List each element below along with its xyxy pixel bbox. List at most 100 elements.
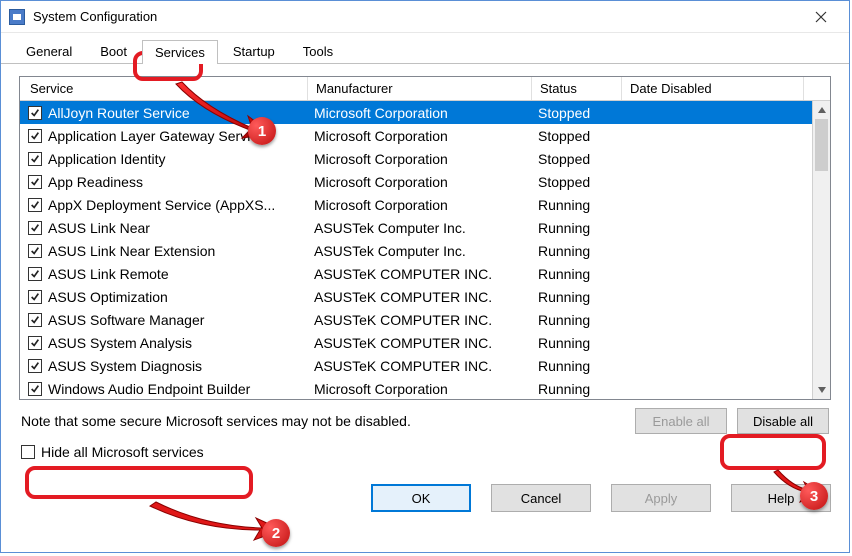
manufacturer-cell: ASUSTeK COMPUTER INC. (308, 358, 532, 374)
window-title: System Configuration (33, 9, 801, 24)
row-checkbox[interactable] (28, 382, 42, 396)
hide-ms-services-label[interactable]: Hide all Microsoft services (41, 444, 204, 460)
manufacturer-cell: ASUSTek Computer Inc. (308, 220, 532, 236)
status-cell: Running (532, 312, 622, 328)
table-row[interactable]: ASUS Optimization ASUSTeK COMPUTER INC.Ru… (20, 285, 830, 308)
col-status[interactable]: Status (532, 77, 622, 100)
manufacturer-cell: Microsoft Corporation (308, 151, 532, 167)
service-name: Windows Audio Endpoint Builder (48, 381, 250, 397)
service-name: ASUS Link Near (48, 220, 150, 236)
row-checkbox[interactable] (28, 313, 42, 327)
row-checkbox[interactable] (28, 198, 42, 212)
table-row[interactable]: AppX Deployment Service (AppXS... Microso… (20, 193, 830, 216)
cancel-button[interactable]: Cancel (491, 484, 591, 512)
scroll-up-icon[interactable] (813, 101, 830, 119)
help-button[interactable]: Help (731, 484, 831, 512)
table-row[interactable]: ASUS System Diagnosis ASUSTeK COMPUTER IN… (20, 354, 830, 377)
table-row[interactable]: ASUS Link Near Extension ASUSTek Computer… (20, 239, 830, 262)
close-button[interactable] (801, 3, 841, 31)
row-checkbox[interactable] (28, 152, 42, 166)
row-checkbox[interactable] (28, 267, 42, 281)
scroll-down-icon[interactable] (813, 381, 830, 399)
table-row[interactable]: ASUS Link Remote ASUSTeK COMPUTER INC.Run… (20, 262, 830, 285)
close-icon (815, 11, 827, 23)
status-cell: Stopped (532, 105, 622, 121)
table-row[interactable]: Application Layer Gateway Service Microso… (20, 124, 830, 147)
ok-button[interactable]: OK (371, 484, 471, 512)
table-row[interactable]: App Readiness Microsoft CorporationStoppe… (20, 170, 830, 193)
note-text: Note that some secure Microsoft services… (21, 413, 625, 429)
manufacturer-cell: Microsoft Corporation (308, 197, 532, 213)
status-cell: Stopped (532, 151, 622, 167)
manufacturer-cell: Microsoft Corporation (308, 105, 532, 121)
service-name: ASUS System Analysis (48, 335, 192, 351)
status-cell: Running (532, 266, 622, 282)
system-configuration-window: System Configuration General Boot Servic… (0, 0, 850, 553)
status-cell: Stopped (532, 128, 622, 144)
service-name: AppX Deployment Service (AppXS... (48, 197, 275, 213)
hide-ms-services-checkbox[interactable] (21, 445, 35, 459)
table-header: Service Manufacturer Status Date Disable… (20, 77, 830, 101)
status-cell: Running (532, 289, 622, 305)
row-checkbox[interactable] (28, 175, 42, 189)
scrollbar-thumb[interactable] (815, 119, 828, 171)
table-row[interactable]: Windows Audio Endpoint Builder Microsoft … (20, 377, 830, 400)
table-row[interactable]: ASUS System Analysis ASUSTeK COMPUTER INC… (20, 331, 830, 354)
manufacturer-cell: Microsoft Corporation (308, 128, 532, 144)
status-cell: Running (532, 381, 622, 397)
app-icon (9, 9, 25, 25)
service-name: ASUS System Diagnosis (48, 358, 202, 374)
content-area: Service Manufacturer Status Date Disable… (1, 64, 849, 474)
col-service[interactable]: Service (20, 77, 308, 100)
row-checkbox[interactable] (28, 336, 42, 350)
tab-services[interactable]: Services (142, 40, 218, 64)
status-cell: Running (532, 335, 622, 351)
service-name: ASUS Link Remote (48, 266, 169, 282)
note-row: Note that some secure Microsoft services… (19, 400, 831, 438)
tab-strip: General Boot Services Startup Tools (1, 33, 849, 64)
row-checkbox[interactable] (28, 106, 42, 120)
table-row[interactable]: AllJoyn Router Service Microsoft Corporat… (20, 101, 830, 124)
manufacturer-cell: Microsoft Corporation (308, 174, 532, 190)
enable-all-button[interactable]: Enable all (635, 408, 727, 434)
tab-startup[interactable]: Startup (220, 39, 288, 63)
manufacturer-cell: ASUSTeK COMPUTER INC. (308, 289, 532, 305)
status-cell: Running (532, 197, 622, 213)
disable-all-button[interactable]: Disable all (737, 408, 829, 434)
vertical-scrollbar[interactable] (812, 101, 830, 399)
tab-boot[interactable]: Boot (87, 39, 140, 63)
titlebar: System Configuration (1, 1, 849, 33)
row-checkbox[interactable] (28, 221, 42, 235)
tab-tools[interactable]: Tools (290, 39, 346, 63)
row-checkbox[interactable] (28, 129, 42, 143)
table-row[interactable]: ASUS Software Manager ASUSTeK COMPUTER IN… (20, 308, 830, 331)
manufacturer-cell: ASUSTeK COMPUTER INC. (308, 312, 532, 328)
row-checkbox[interactable] (28, 359, 42, 373)
service-name: Application Identity (48, 151, 166, 167)
service-name: ASUS Link Near Extension (48, 243, 215, 259)
services-table: Service Manufacturer Status Date Disable… (19, 76, 831, 400)
manufacturer-cell: ASUSTeK COMPUTER INC. (308, 335, 532, 351)
table-row[interactable]: ASUS Link Near ASUSTek Computer Inc.Runni… (20, 216, 830, 239)
hide-ms-services-row: Hide all Microsoft services (19, 438, 831, 466)
dialog-button-row: OK Cancel Apply Help (1, 474, 849, 526)
status-cell: Running (532, 220, 622, 236)
table-row[interactable]: Application Identity Microsoft Corporatio… (20, 147, 830, 170)
service-name: AllJoyn Router Service (48, 105, 190, 121)
row-checkbox[interactable] (28, 290, 42, 304)
row-checkbox[interactable] (28, 244, 42, 258)
apply-button[interactable]: Apply (611, 484, 711, 512)
service-name: App Readiness (48, 174, 143, 190)
tab-general[interactable]: General (13, 39, 85, 63)
manufacturer-cell: ASUSTeK COMPUTER INC. (308, 266, 532, 282)
service-name: ASUS Optimization (48, 289, 168, 305)
service-name: ASUS Software Manager (48, 312, 204, 328)
service-name: Application Layer Gateway Service (48, 128, 265, 144)
status-cell: Stopped (532, 174, 622, 190)
manufacturer-cell: ASUSTek Computer Inc. (308, 243, 532, 259)
status-cell: Running (532, 243, 622, 259)
col-date-disabled[interactable]: Date Disabled (622, 77, 804, 100)
status-cell: Running (532, 358, 622, 374)
col-manufacturer[interactable]: Manufacturer (308, 77, 532, 100)
manufacturer-cell: Microsoft Corporation (308, 381, 532, 397)
